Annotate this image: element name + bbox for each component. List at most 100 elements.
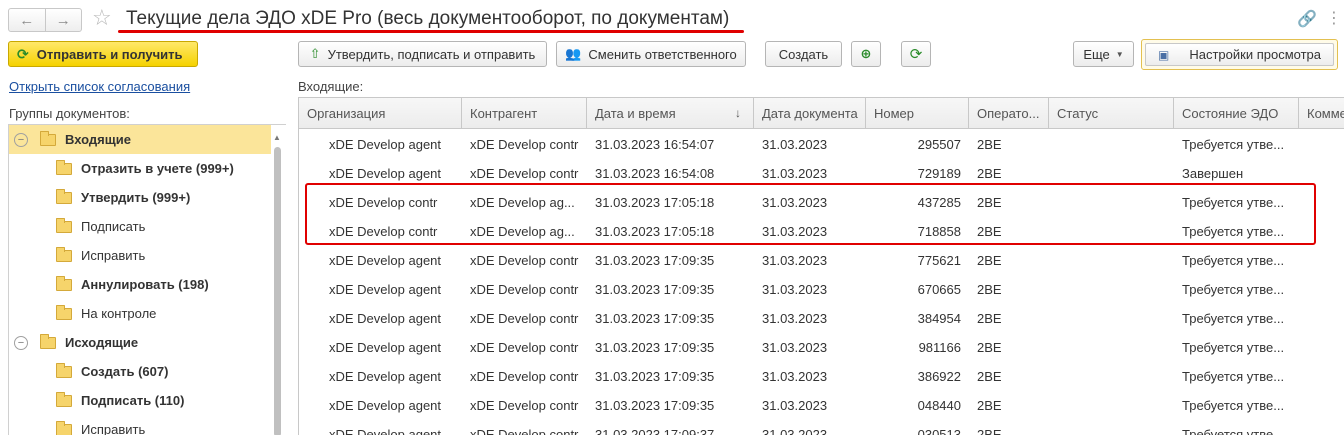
- column-header[interactable]: Статус: [1049, 98, 1174, 129]
- table-row[interactable]: xDE Develop agent xDE Develop contr 31.03.…: [299, 275, 1344, 304]
- table-cell: xDE Develop contr: [470, 253, 579, 268]
- table-cell: 2BE: [977, 195, 1002, 210]
- column-header[interactable]: Дата и время ↓: [587, 98, 754, 129]
- folder-icon: [56, 246, 72, 262]
- more-menu-icon[interactable]: ⋮: [1326, 8, 1342, 28]
- table-cell: 2BE: [977, 253, 1002, 268]
- tree-item[interactable]: − Исходящие: [9, 328, 271, 357]
- table-row[interactable]: xDE Develop contr xDE Develop ag... 31.03.…: [299, 217, 1344, 246]
- view-settings-button[interactable]: ▣ Настройки просмотра: [1141, 39, 1338, 70]
- table-row[interactable]: xDE Develop agent xDE Develop contr 31.03.…: [299, 391, 1344, 420]
- table-cell: 31.03.2023 17:05:18: [595, 224, 715, 239]
- column-header[interactable]: Дата документа: [754, 98, 866, 129]
- tree-item[interactable]: Подписать: [9, 212, 271, 241]
- table-cell: 31.03.2023 17:09:35: [595, 340, 715, 355]
- table-cell: [1049, 391, 1174, 420]
- table-cell: 295507: [917, 137, 961, 152]
- favorite-star-icon[interactable]: ☆: [92, 6, 112, 30]
- refresh-button[interactable]: ⟳: [901, 41, 931, 67]
- table-row[interactable]: xDE Develop contr xDE Develop ag... 31.03.…: [299, 188, 1344, 217]
- table-row[interactable]: xDE Develop agent xDE Develop contr 31.03.…: [299, 130, 1344, 159]
- table-cell: 31.03.2023: [762, 195, 828, 210]
- tree-item[interactable]: На контроле: [9, 299, 271, 328]
- more-button[interactable]: Еще ▼: [1073, 41, 1134, 67]
- table-cell: xDE Develop contr: [470, 166, 579, 181]
- table-cell: 31.03.2023: [762, 137, 828, 152]
- back-arrow-icon[interactable]: ←: [9, 9, 46, 31]
- table-cell: 2BE: [977, 282, 1002, 297]
- table-row[interactable]: xDE Develop agent xDE Develop contr 31.03.…: [299, 304, 1344, 333]
- collapse-icon[interactable]: −: [14, 335, 28, 350]
- table-row[interactable]: xDE Develop agent xDE Develop contr 31.03.…: [299, 420, 1344, 435]
- table-cell: 31.03.2023: [762, 398, 828, 413]
- folder-icon: [56, 217, 72, 233]
- table-cell: 31.03.2023: [762, 311, 828, 326]
- table-cell: 2BE: [977, 137, 1002, 152]
- column-header[interactable]: Номер: [866, 98, 969, 129]
- table-cell: xDE Develop agent: [329, 398, 442, 413]
- open-approval-list-link[interactable]: Открыть список согласования: [9, 79, 190, 94]
- column-header[interactable]: Операто...: [969, 98, 1049, 129]
- table-cell: [1049, 246, 1174, 275]
- refresh-icon: ⟳: [17, 45, 29, 62]
- table-cell: 048440: [917, 398, 961, 413]
- scroll-up-icon[interactable]: ▲: [273, 133, 281, 142]
- column-header-label: Организация: [307, 106, 386, 121]
- table-cell: [1049, 188, 1174, 217]
- column-header-label: Номер: [874, 106, 915, 121]
- table-cell: 384954: [917, 311, 961, 326]
- tree-scrollbar[interactable]: ▲: [272, 133, 282, 435]
- sort-descending-icon: ↓: [735, 106, 741, 120]
- table-cell: xDE Develop agent: [329, 369, 442, 384]
- document-groups-tree: − Входящие Отразить в учете (999+) Утвердит…: [8, 124, 286, 435]
- tree-item[interactable]: Утвердить (999+): [9, 183, 271, 212]
- folder-icon: [40, 130, 56, 146]
- table-cell: 670665: [917, 282, 961, 297]
- column-header[interactable]: Комме: [1299, 98, 1344, 129]
- more-label: Еще: [1083, 46, 1110, 62]
- table-cell: xDE Develop contr: [470, 340, 579, 355]
- tree-item[interactable]: Отразить в учете (999+): [9, 154, 271, 183]
- tree-item[interactable]: Создать (607): [9, 357, 271, 386]
- table-cell: xDE Develop agent: [329, 166, 442, 181]
- table-cell: Требуется утве...: [1182, 398, 1285, 413]
- table-row[interactable]: xDE Develop agent xDE Develop contr 31.03.…: [299, 246, 1344, 275]
- table-cell: 31.03.2023 17:09:35: [595, 369, 715, 384]
- table-cell: 31.03.2023: [762, 369, 828, 384]
- add-document-button[interactable]: ⊕: [851, 41, 881, 67]
- table-cell: 2BE: [977, 166, 1002, 181]
- table-cell: 31.03.2023: [762, 253, 828, 268]
- table-cell: xDE Develop contr: [470, 369, 579, 384]
- tree-item[interactable]: Исправить: [9, 241, 271, 270]
- forward-arrow-icon[interactable]: →: [46, 9, 82, 31]
- tree-item[interactable]: Аннулировать (198): [9, 270, 271, 299]
- table-cell: 31.03.2023 17:09:35: [595, 282, 715, 297]
- table-cell: 31.03.2023 16:54:07: [595, 137, 715, 152]
- table-row[interactable]: xDE Develop agent xDE Develop contr 31.03.…: [299, 159, 1344, 188]
- scrollbar-thumb[interactable]: [274, 147, 281, 435]
- table-cell: 2BE: [977, 398, 1002, 413]
- tree-item[interactable]: − Входящие: [9, 125, 271, 154]
- tree-item[interactable]: Исправить: [9, 415, 271, 435]
- table-cell: xDE Develop agent: [329, 253, 442, 268]
- change-responsible-button[interactable]: 👥 Сменить ответственного: [556, 41, 746, 67]
- table-row[interactable]: xDE Develop agent xDE Develop contr 31.03.…: [299, 362, 1344, 391]
- create-button[interactable]: Создать: [765, 41, 842, 67]
- collapse-icon[interactable]: −: [14, 132, 28, 147]
- column-header[interactable]: Контрагент: [462, 98, 587, 129]
- table-cell: xDE Develop agent: [329, 137, 442, 152]
- folder-icon: [56, 304, 72, 320]
- tree-item[interactable]: Подписать (110): [9, 386, 271, 415]
- column-header[interactable]: Организация: [299, 98, 462, 129]
- table-cell: 775621: [917, 253, 961, 268]
- approve-sign-send-button[interactable]: ⇧ Утвердить, подписать и отправить: [298, 41, 547, 67]
- send-and-receive-button[interactable]: ⟳ Отправить и получить: [8, 41, 198, 67]
- folder-icon: [40, 333, 56, 349]
- table-cell: 2BE: [977, 224, 1002, 239]
- table-cell: xDE Develop contr: [470, 311, 579, 326]
- table-row[interactable]: xDE Develop agent xDE Develop contr 31.03.…: [299, 333, 1344, 362]
- table-cell: 31.03.2023: [762, 427, 828, 435]
- table-cell: 31.03.2023: [762, 166, 828, 181]
- link-icon[interactable]: 🔗: [1297, 9, 1317, 29]
- column-header[interactable]: Состояние ЭДО: [1174, 98, 1299, 129]
